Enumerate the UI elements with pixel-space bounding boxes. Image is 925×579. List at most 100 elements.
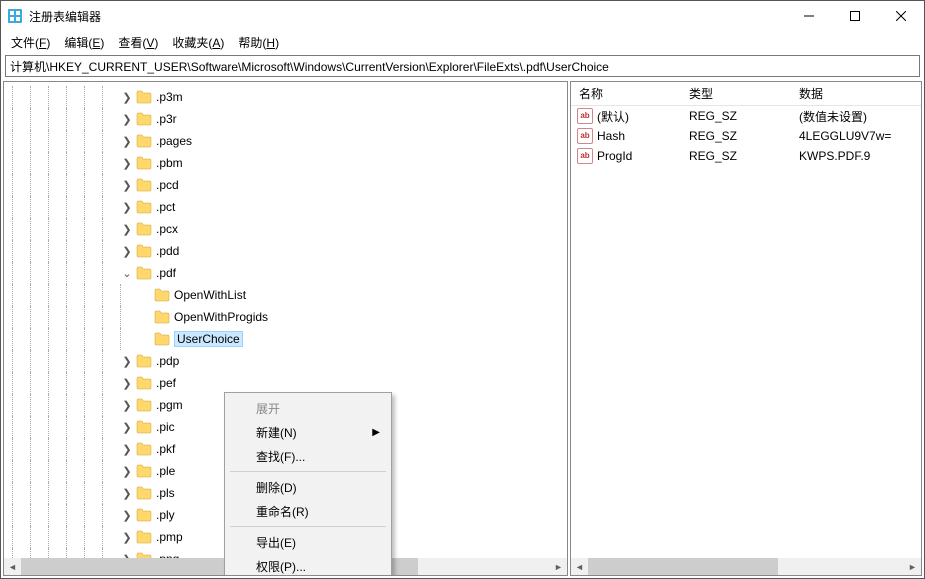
expander-icon[interactable]: ⌄	[120, 267, 134, 280]
tree-item[interactable]: ❯ .pages	[4, 130, 567, 152]
tree-label: .pct	[156, 200, 175, 214]
context-item[interactable]: 权限(P)...	[228, 554, 388, 576]
tree-item[interactable]: ❯.pdp	[4, 350, 567, 372]
list-row[interactable]: ab Hash REG_SZ4LEGGLU9V7w=	[571, 126, 921, 146]
expander-icon[interactable]: ❯	[120, 223, 134, 236]
expander-icon[interactable]: ❯	[120, 201, 134, 214]
value-name: (默认)	[597, 108, 629, 125]
context-label: 权限(P)...	[256, 558, 306, 575]
expander-icon[interactable]: ❯	[120, 509, 134, 522]
scroll-left-button[interactable]: ◄	[4, 558, 21, 575]
expander-icon[interactable]: ❯	[120, 157, 134, 170]
expander-icon[interactable]: ❯	[120, 465, 134, 478]
context-menu: 展开新建(N) ▶ 查找(F)... 删除(D) 重命名(R) 导出(E) 权限(P)...…	[224, 392, 392, 576]
context-label: 重命名(R)	[256, 503, 309, 520]
context-item[interactable]: 查找(F)...	[228, 444, 388, 468]
tree-item[interactable]: ❯ .p3r	[4, 108, 567, 130]
tree-label: OpenWithProgids	[174, 310, 268, 324]
scroll-left-button[interactable]: ◄	[571, 558, 588, 575]
tree-label: .p3r	[156, 112, 177, 126]
tree-item[interactable]: ⌄ .pdf	[4, 262, 567, 284]
tree-label: .pcd	[156, 178, 179, 192]
close-button[interactable]	[878, 1, 924, 31]
list-row[interactable]: ab(默认) REG_SZ(数值未设置)	[571, 106, 921, 126]
col-type[interactable]: 类型	[681, 85, 791, 102]
values-hscrollbar[interactable]: ◄ ►	[571, 558, 921, 575]
context-item[interactable]: 导出(E)	[228, 530, 388, 554]
tree-item[interactable]: ❯ .pef	[4, 372, 567, 394]
context-label: 删除(D)	[256, 479, 297, 496]
menu-e[interactable]: 编辑(E)	[58, 32, 110, 53]
address-bar[interactable]: 计算机\HKEY_CURRENT_USER\Software\Microsoft…	[5, 55, 920, 77]
tree-label: UserChoice	[174, 331, 243, 347]
tree-label: .pdf	[156, 266, 176, 280]
submenu-arrow-icon: ▶	[372, 427, 380, 438]
expander-icon[interactable]: ❯	[120, 443, 134, 456]
tree-label: .ple	[156, 464, 175, 478]
tree-label: .pic	[156, 420, 175, 434]
list-row[interactable]: abProgIdREG_SZKWPS.PDF.9	[571, 146, 921, 166]
context-separator	[230, 526, 386, 527]
string-value-icon: ab	[577, 148, 593, 164]
tree-item[interactable]: ❯.pdd	[4, 240, 567, 262]
tree-label: .pls	[156, 486, 175, 500]
value-type: REG_SZ	[681, 129, 791, 143]
expander-icon[interactable]: ❯	[120, 399, 134, 412]
menu-h[interactable]: 帮助(H)	[232, 32, 285, 53]
tree-item[interactable]: OpenWithProgids	[4, 306, 567, 328]
col-data[interactable]: 数据	[791, 85, 921, 102]
expander-icon[interactable]: ❯	[120, 421, 134, 434]
scroll-right-button[interactable]: ►	[550, 558, 567, 575]
value-name: ProgId	[597, 149, 632, 163]
expander-icon[interactable]: ❯	[120, 355, 134, 368]
tree-label: .pkf	[156, 442, 175, 456]
tree-item[interactable]: ❯ .pct	[4, 196, 567, 218]
value-data: 4LEGGLU9V7w=	[791, 129, 921, 143]
menu-f[interactable]: 文件(F)	[5, 32, 56, 53]
tree-item[interactable]: UserChoice	[4, 328, 567, 350]
tree-item[interactable]: OpenWithList	[4, 284, 567, 306]
context-label: 展开	[256, 400, 280, 417]
tree-pane: ❯.p3m❯.p3r❯.pages❯.pbm❯.pcd❯.pct❯.pcx❯.p…	[3, 81, 568, 576]
context-item[interactable]: 删除(D)	[228, 475, 388, 499]
tree-item[interactable]: ❯ .pcd	[4, 174, 567, 196]
expander-icon[interactable]: ❯	[120, 135, 134, 148]
menubar: 文件(F)编辑(E)查看(V)收藏夹(A)帮助(H)	[1, 31, 924, 53]
value-type: REG_SZ	[681, 109, 791, 123]
menu-a[interactable]: 收藏夹(A)	[166, 32, 230, 53]
scroll-right-button[interactable]: ►	[904, 558, 921, 575]
expander-icon[interactable]: ❯	[120, 91, 134, 104]
expander-icon[interactable]: ❯	[120, 113, 134, 126]
context-item: 展开	[228, 396, 388, 420]
col-name[interactable]: 名称	[571, 85, 681, 102]
value-name: Hash	[597, 129, 625, 143]
value-data: (数值未设置)	[791, 108, 921, 125]
minimize-button[interactable]	[786, 1, 832, 31]
regedit-icon	[7, 8, 23, 24]
expander-icon[interactable]: ❯	[120, 531, 134, 544]
expander-icon[interactable]: ❯	[120, 179, 134, 192]
maximize-button[interactable]	[832, 1, 878, 31]
tree-label: .pgm	[156, 398, 183, 412]
tree-item[interactable]: ❯.p3m	[4, 86, 567, 108]
context-label: 查找(F)...	[256, 448, 305, 465]
tree-label: .pcx	[156, 222, 178, 236]
tree-label: .pbm	[156, 156, 183, 170]
tree-label: .ply	[156, 508, 175, 522]
string-value-icon: ab	[577, 108, 593, 124]
expander-icon[interactable]: ❯	[120, 377, 134, 390]
context-item[interactable]: 重命名(R)	[228, 499, 388, 523]
window-title: 注册表编辑器	[29, 8, 786, 25]
values-pane: 名称 类型 数据 ab(默认)REG_SZ(数值未设置)abHashREG_SZ…	[570, 81, 922, 576]
context-item[interactable]: 新建(N) ▶	[228, 420, 388, 444]
expander-icon[interactable]: ❯	[120, 245, 134, 258]
menu-v[interactable]: 查看(V)	[112, 32, 164, 53]
address-text: 计算机\HKEY_CURRENT_USER\Software\Microsoft…	[10, 58, 609, 75]
expander-icon[interactable]: ❯	[120, 487, 134, 500]
tree-item[interactable]: ❯ .pbm	[4, 152, 567, 174]
context-label: 新建(N)	[256, 424, 297, 441]
tree-label: .pages	[156, 134, 192, 148]
string-value-icon: ab	[577, 128, 593, 144]
tree-label: .pef	[156, 376, 176, 390]
tree-item[interactable]: ❯ .pcx	[4, 218, 567, 240]
